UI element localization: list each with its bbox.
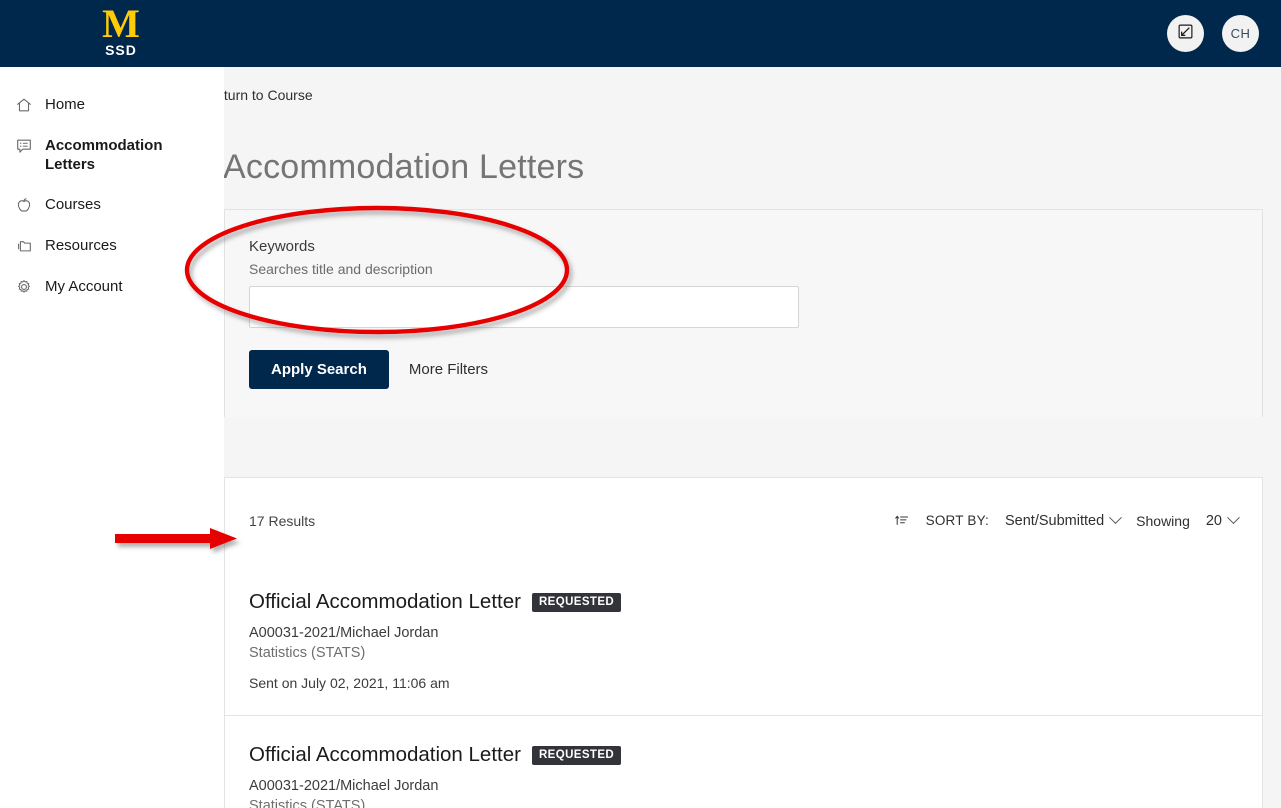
sidebar-item-accommodation-letters[interactable]: Accommodation Letters — [0, 130, 224, 180]
logo[interactable]: M SSD — [88, 3, 154, 57]
sidebar-item-label: Home — [45, 95, 85, 114]
sidebar-item-my-account[interactable]: My Account — [0, 271, 224, 303]
expand-toggle-button[interactable] — [1167, 15, 1204, 52]
list-item[interactable]: Official Accommodation Letter REQUESTED … — [225, 716, 1262, 808]
sidebar: Home Accommodation Letters Courses — [0, 67, 224, 808]
filter-pane: Keywords Searches title and description … — [225, 210, 1262, 417]
sidebar-item-label: Resources — [45, 236, 117, 255]
results-count: 17 Results — [249, 513, 315, 529]
avatar-initials: CH — [1231, 26, 1251, 41]
logo-ssd-label: SSD — [88, 43, 154, 57]
chevron-down-icon — [1109, 511, 1122, 524]
home-icon — [14, 95, 34, 115]
result-student: A00031-2021/Michael Jordan — [249, 625, 1238, 641]
result-title[interactable]: Official Accommodation Letter — [249, 590, 521, 614]
message-list-icon — [14, 136, 34, 156]
results-list: Official Accommodation Letter REQUESTED … — [224, 563, 1263, 808]
keywords-label: Keywords — [249, 238, 1238, 255]
sidebar-item-courses[interactable]: Courses — [0, 189, 224, 221]
sidebar-item-label: My Account — [45, 277, 123, 296]
list-item[interactable]: Official Accommodation Letter REQUESTED … — [225, 563, 1262, 716]
logo-m-mark: M — [88, 3, 154, 45]
more-filters-link[interactable]: More Filters — [409, 361, 488, 378]
sort-by-label: SORT BY: — [926, 513, 989, 528]
result-header: Official Accommodation Letter REQUESTED — [249, 743, 1238, 767]
chevron-down-icon — [1227, 511, 1240, 524]
main-content: Return to Course Accommodation Letters K… — [224, 67, 1281, 808]
apply-search-button[interactable]: Apply Search — [249, 350, 389, 389]
sidebar-item-label: Courses — [45, 195, 101, 214]
result-course: Statistics (STATS) — [249, 645, 1238, 661]
sort-by-value: Sent/Submitted — [1005, 513, 1104, 529]
showing-label: Showing — [1136, 513, 1190, 529]
page-title: Accommodation Letters — [224, 148, 584, 187]
showing-count-dropdown[interactable]: 20 — [1206, 513, 1238, 529]
search-filter-card: Keywords Searches title and description … — [224, 209, 1263, 417]
results-toolbar-right: SORT BY: Sent/Submitted Showing 20 — [894, 512, 1238, 530]
results-toolbar: 17 Results SORT BY: Sent/Submitted Showi… — [224, 477, 1263, 564]
status-badge: REQUESTED — [532, 746, 621, 765]
top-bar: M SSD CH — [0, 0, 1281, 67]
expand-diagonal-icon — [1177, 23, 1194, 45]
result-sent-timestamp: Sent on July 02, 2021, 11:06 am — [249, 675, 1238, 691]
keywords-input[interactable] — [249, 286, 799, 328]
result-header: Official Accommodation Letter REQUESTED — [249, 590, 1238, 614]
sidebar-item-label: Accommodation Letters — [45, 136, 185, 174]
filter-actions: Apply Search More Filters — [249, 350, 1238, 389]
result-title[interactable]: Official Accommodation Letter — [249, 743, 521, 767]
folder-icon — [14, 236, 34, 256]
apple-icon — [14, 195, 34, 215]
return-to-course-link[interactable]: Return to Course — [224, 87, 313, 103]
result-course: Statistics (STATS) — [249, 798, 1238, 808]
sort-by-dropdown[interactable]: Sent/Submitted — [1005, 513, 1120, 529]
sort-icon — [894, 512, 910, 530]
sidebar-item-resources[interactable]: Resources — [0, 230, 224, 262]
result-student: A00031-2021/Michael Jordan — [249, 778, 1238, 794]
keywords-help-text: Searches title and description — [249, 261, 1238, 277]
avatar[interactable]: CH — [1222, 15, 1259, 52]
gear-icon — [14, 277, 34, 297]
sidebar-item-home[interactable]: Home — [0, 89, 224, 121]
status-badge: REQUESTED — [532, 593, 621, 612]
showing-count-value: 20 — [1206, 513, 1222, 529]
